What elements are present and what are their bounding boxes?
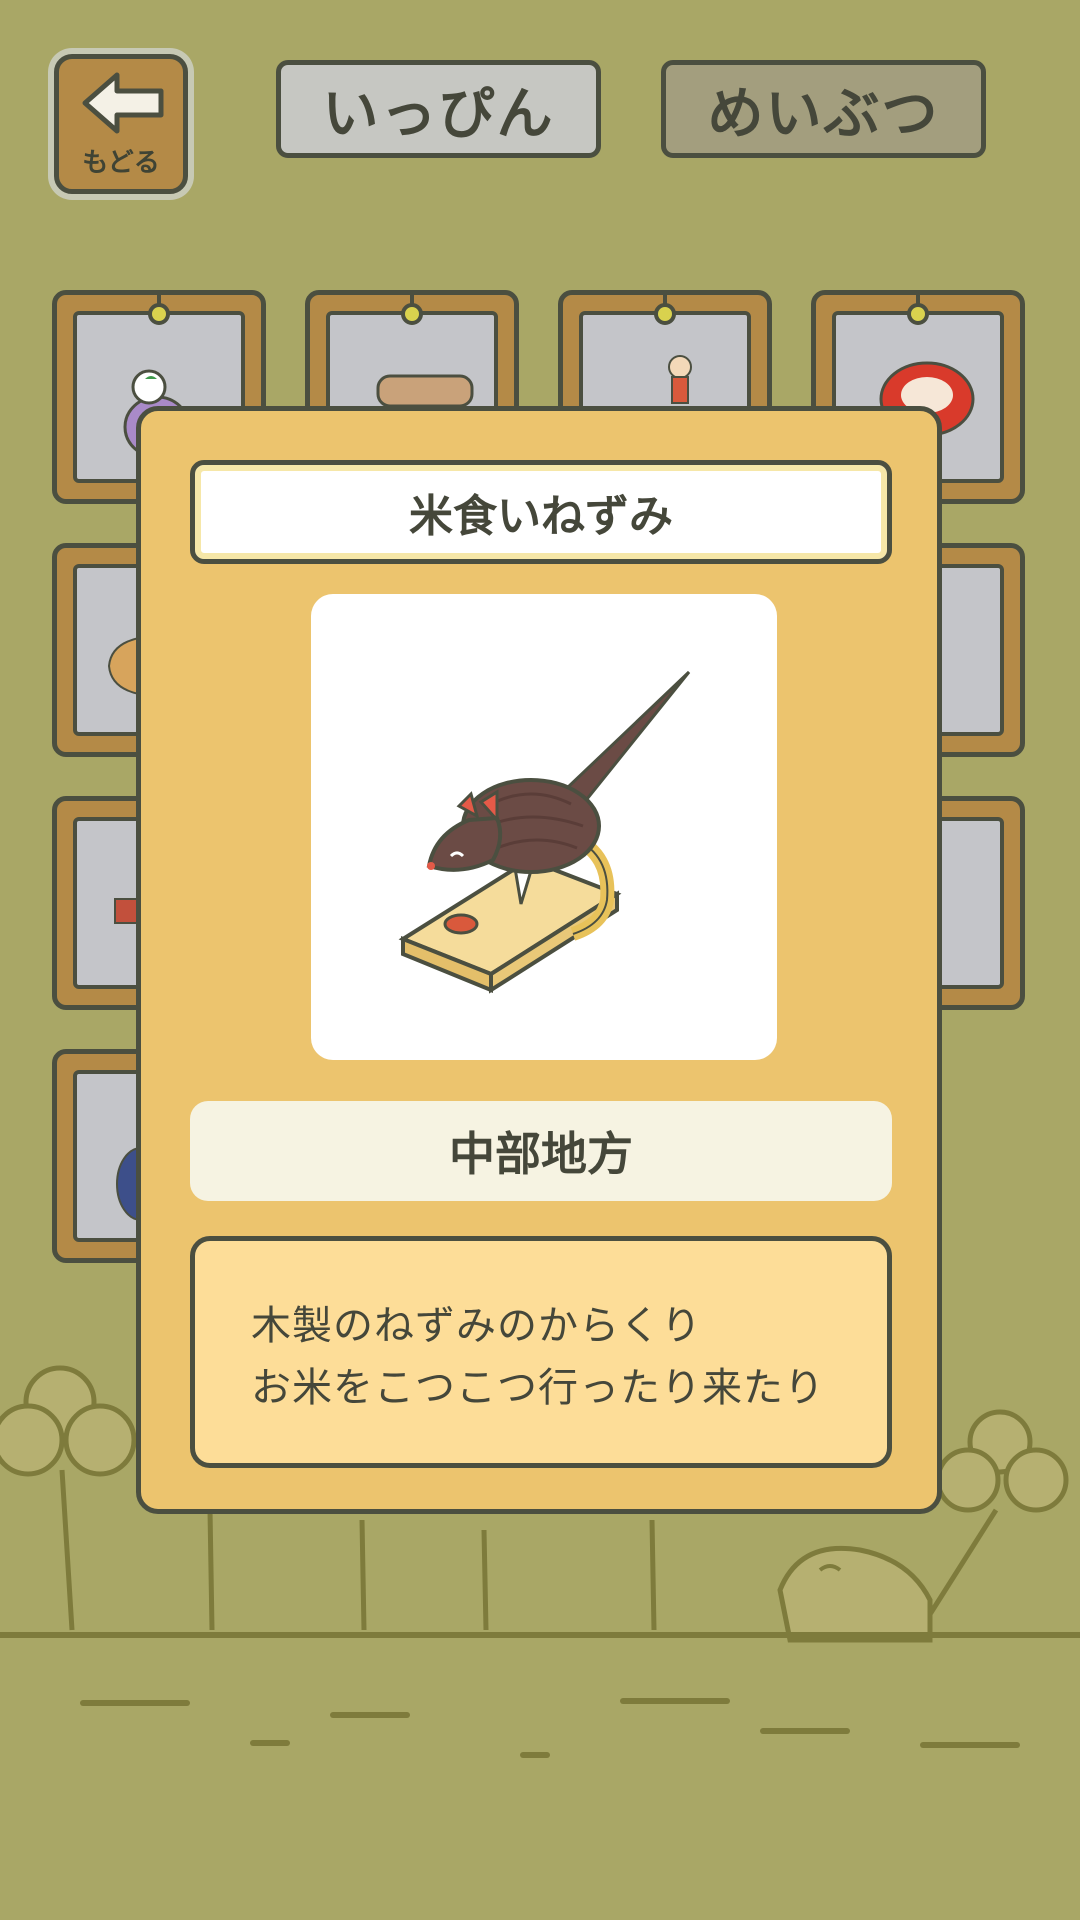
- back-arrow-icon: [82, 72, 164, 134]
- item-description: 木製のねずみのからくり お米をこつこつ行ったり来たり: [190, 1236, 892, 1468]
- ground-dash: [80, 1700, 190, 1706]
- ground-dash: [520, 1752, 550, 1758]
- ground-dash: [760, 1728, 850, 1734]
- item-description-line-2: お米をこつこつ行ったり来たり: [251, 1365, 825, 1411]
- ground-dash: [620, 1698, 730, 1704]
- basket-icon: [376, 374, 474, 408]
- item-description-line-1: 木製のねずみのからくり: [251, 1303, 702, 1349]
- frog-silhouette: [777, 1545, 933, 1643]
- tab-meibutsu[interactable]: めいぶつ: [661, 60, 986, 158]
- ground-dash: [330, 1712, 410, 1718]
- kokeshi-doll-icon: [668, 355, 692, 404]
- ground-dash: [250, 1740, 290, 1746]
- ground-dash: [920, 1742, 1020, 1748]
- back-button-label: もどる: [82, 148, 160, 178]
- item-name: 米食いねずみ: [190, 460, 892, 564]
- back-button[interactable]: もどる: [54, 54, 188, 194]
- ground-line: [0, 1632, 1080, 1638]
- rice-eating-mouse-toy-icon: [398, 670, 691, 994]
- item-image: [311, 594, 777, 1060]
- item-detail-modal[interactable]: 米食いねずみ 中部地方 木製のねずみのからくり お米をこつこつ行ったり来たり: [136, 406, 942, 1514]
- item-region: 中部地方: [190, 1101, 892, 1201]
- tab-ippin[interactable]: いっぴん: [276, 60, 601, 158]
